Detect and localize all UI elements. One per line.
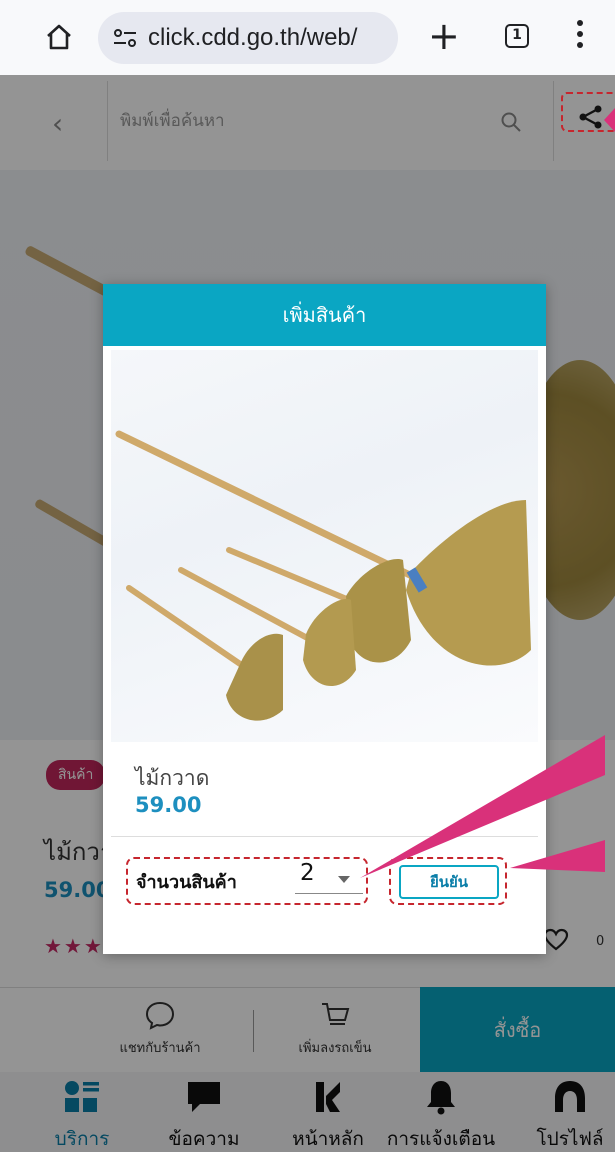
dialog-product-name: ไม้กวาด — [135, 766, 210, 790]
quantity-underline — [295, 893, 363, 894]
new-tab-icon[interactable]: + — [428, 17, 460, 55]
tab-count-button[interactable]: 1 — [505, 24, 529, 48]
share-icon[interactable] — [578, 104, 604, 130]
add-product-dialog: เพิ่มสินค้า ไม้กวาด 59.00 — [103, 284, 546, 954]
quantity-select[interactable]: 2 — [300, 860, 315, 886]
url-text: click.cdd.go.th/web/ — [148, 24, 358, 51]
confirm-button[interactable]: ยืนยัน — [399, 865, 499, 899]
chevron-down-icon[interactable] — [338, 876, 350, 883]
quantity-label: จำนวนสินค้า — [136, 872, 237, 893]
address-bar[interactable]: click.cdd.go.th/web/ — [98, 12, 398, 64]
dialog-product-price: 59.00 — [135, 793, 202, 817]
browser-toolbar: click.cdd.go.th/web/ + 1 — [0, 0, 615, 75]
site-settings-icon[interactable] — [112, 27, 138, 49]
dialog-divider — [111, 836, 538, 837]
dialog-title: เพิ่มสินค้า — [103, 284, 546, 346]
dialog-product-image — [111, 350, 538, 742]
broom-illustration — [115, 430, 531, 721]
more-menu-icon[interactable] — [575, 18, 585, 54]
home-icon[interactable] — [44, 22, 74, 52]
